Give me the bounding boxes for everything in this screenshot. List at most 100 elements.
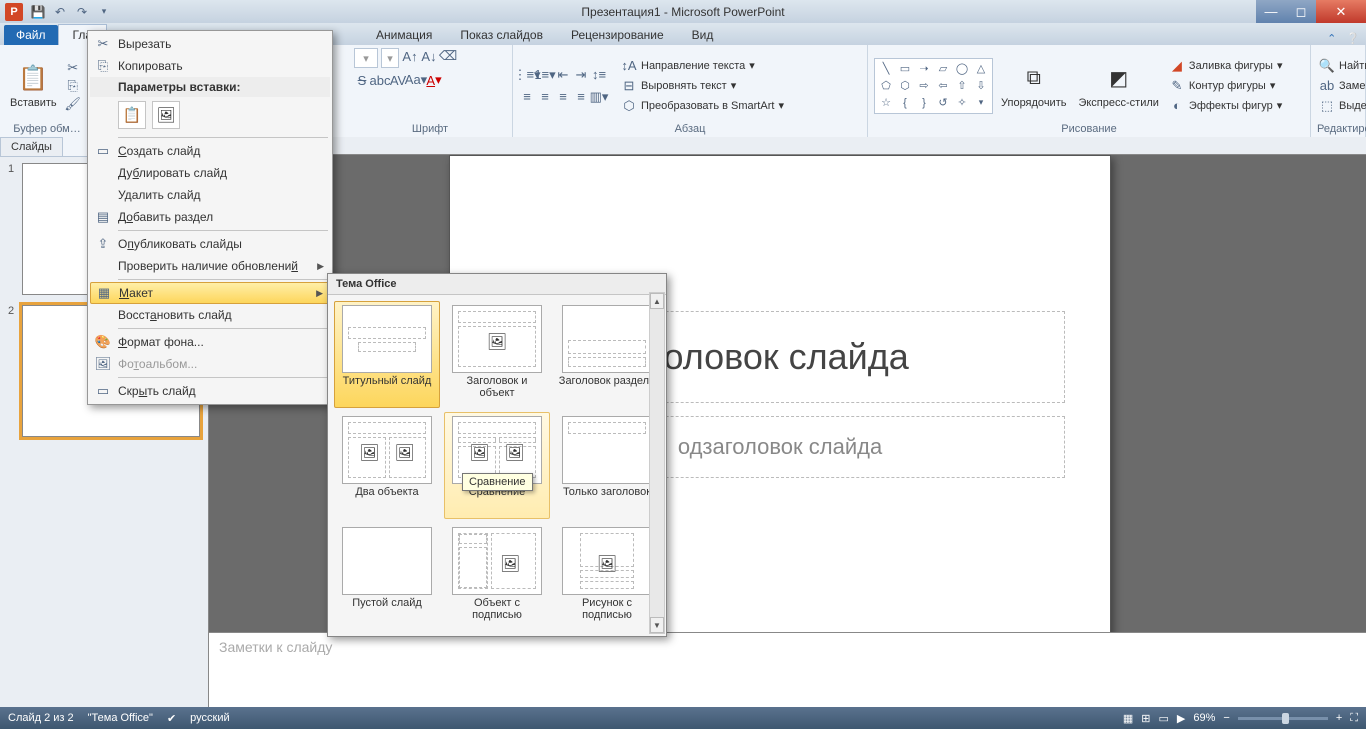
layout-picture-caption[interactable]: 🖼 Рисунок с подписью [554, 523, 660, 630]
shape-arrow-icon: ➝ [915, 61, 933, 77]
layout-title-content[interactable]: 🖼 Заголовок и объект [444, 301, 550, 408]
group-label: Рисование [874, 123, 1304, 136]
language-indicator[interactable]: русский [190, 712, 229, 724]
menu-copy[interactable]: ⎘Копировать [90, 55, 330, 77]
redo-icon[interactable]: ↷ [74, 4, 90, 20]
slides-tab[interactable]: Слайды [0, 137, 63, 156]
menu-duplicate-slide[interactable]: Дублировать слайд [90, 162, 330, 184]
group-paragraph: ⋮≡▾ 1≡▾ ⇤ ⇥ ↕≡ ≡ ≡ ≡ ≡ ▥▾ ↕AНаправление … [513, 45, 868, 137]
clear-format-icon[interactable]: ⌫ [440, 48, 456, 64]
bullets-icon[interactable]: ⋮≡▾ [519, 67, 535, 83]
align-center-icon[interactable]: ≡ [537, 89, 553, 105]
justify-icon[interactable]: ≡ [573, 89, 589, 105]
layout-content-caption[interactable]: 🖼 Объект с подписью [444, 523, 550, 630]
album-icon: 🖼 [94, 356, 112, 372]
tab-slideshow[interactable]: Показ слайдов [446, 25, 557, 45]
char-spacing-icon[interactable]: AV [390, 72, 406, 88]
text-direction-button[interactable]: ↕AНаправление текста▾ [619, 57, 786, 75]
view-reading-icon[interactable]: ▭ [1159, 712, 1169, 725]
help-icon[interactable]: ❔ [1346, 32, 1360, 45]
shape-fill-button[interactable]: ◢Заливка фигуры▾ [1167, 57, 1285, 75]
publish-icon: ⇪ [94, 236, 112, 252]
subscript-icon[interactable]: abc [372, 72, 388, 88]
paste-picture-icon[interactable]: 🖼 [152, 101, 180, 129]
save-icon[interactable]: 💾 [30, 4, 46, 20]
grow-font-icon[interactable]: A↑ [402, 48, 418, 64]
layout-icon: ▦ [95, 285, 113, 301]
font-color-icon[interactable]: A▾ [426, 72, 442, 88]
numbering-icon[interactable]: 1≡▾ [537, 67, 553, 83]
zoom-slider[interactable] [1238, 717, 1328, 720]
font-size-box[interactable]: ▾ [354, 48, 378, 68]
menu-layout[interactable]: ▦Макет▶ [90, 282, 330, 304]
zoom-out-icon[interactable]: − [1223, 712, 1229, 724]
indent-dec-icon[interactable]: ⇤ [555, 67, 571, 83]
strike-icon[interactable]: S [354, 72, 370, 88]
section-icon: ▤ [94, 209, 112, 225]
view-normal-icon[interactable]: ▦ [1123, 712, 1133, 725]
line-spacing-icon[interactable]: ↕≡ [591, 67, 607, 83]
paste-use-theme-icon[interactable]: 📋 [118, 101, 146, 129]
replace-button[interactable]: abЗаменить▾ [1317, 77, 1366, 95]
paste-button[interactable]: 📋 Вставить [6, 61, 61, 111]
columns-icon[interactable]: ▥▾ [591, 89, 607, 105]
menu-reset-slide[interactable]: Восстановить слайд [90, 304, 330, 326]
menu-hide-slide[interactable]: ▭Скрыть слайд [90, 380, 330, 402]
shrink-font-icon[interactable]: A↓ [421, 48, 437, 64]
tab-anim[interactable]: Анимация [362, 25, 446, 45]
shape-rect-icon: ▭ [896, 61, 914, 77]
minimize-ribbon-icon[interactable]: ⌃ [1327, 32, 1336, 45]
layout-blank[interactable]: Пустой слайд [334, 523, 440, 630]
layout-title-slide[interactable]: Титульный слайд [334, 301, 440, 408]
arrange-button[interactable]: ⧉Упорядочить [997, 61, 1070, 111]
notes-pane[interactable]: Заметки к слайду [209, 632, 1366, 707]
menu-format-bg[interactable]: 🎨Формат фона... [90, 331, 330, 353]
cut-icon[interactable]: ✂ [65, 60, 81, 76]
status-bar: Слайд 2 из 2 "Тема Office" ✔ русский ▦ ⊞… [0, 707, 1366, 729]
smartart-button[interactable]: ⬡Преобразовать в SmartArt▾ [619, 97, 786, 115]
shape-outline-button[interactable]: ✎Контур фигуры▾ [1167, 77, 1285, 95]
menu-publish-slides[interactable]: ⇪Опубликовать слайды [90, 233, 330, 255]
view-sorter-icon[interactable]: ⊞ [1141, 712, 1150, 725]
layout-section-header[interactable]: Заголовок раздела [554, 301, 660, 408]
cut-icon: ✂ [94, 36, 112, 52]
menu-delete-slide[interactable]: Удалить слайд [90, 184, 330, 206]
zoom-level[interactable]: 69% [1193, 712, 1215, 724]
flyout-scrollbar[interactable]: ▲ ▼ [649, 292, 665, 634]
menu-add-section[interactable]: ▤Добавить раздел [90, 206, 330, 228]
menu-check-updates[interactable]: Проверить наличие обновлений▶ [90, 255, 330, 277]
app-icon: P [5, 3, 23, 21]
menu-cut[interactable]: ✂Вырезать [90, 33, 330, 55]
quick-styles-button[interactable]: ◩Экспресс-стили [1074, 61, 1162, 111]
tab-review[interactable]: Рецензирование [557, 25, 678, 45]
group-drawing: ╲▭➝▱◯△ ⬠⬡⇨⇦⇧⇩ ☆{}↺✧▾ ⧉Упорядочить ◩Экспр… [868, 45, 1311, 137]
shape-effects-button[interactable]: ◐Эффекты фигур▾ [1167, 97, 1285, 115]
align-right-icon[interactable]: ≡ [555, 89, 571, 105]
undo-icon[interactable]: ↶ [52, 4, 68, 20]
layout-two-content[interactable]: 🖼🖼 Два объекта [334, 412, 440, 519]
indent-inc-icon[interactable]: ⇥ [573, 67, 589, 83]
tab-view[interactable]: Вид [678, 25, 728, 45]
find-button[interactable]: 🔍Найти [1317, 57, 1366, 75]
view-slideshow-icon[interactable]: ▶ [1177, 712, 1185, 725]
zoom-in-icon[interactable]: + [1336, 712, 1342, 724]
format-painter-icon[interactable]: 🖌 [65, 96, 81, 112]
shapes-gallery[interactable]: ╲▭➝▱◯△ ⬠⬡⇨⇦⇧⇩ ☆{}↺✧▾ [874, 58, 993, 114]
close-button[interactable]: ✕ [1316, 0, 1366, 23]
menu-new-slide[interactable]: ▭Создать слайд [90, 140, 330, 162]
change-case-icon[interactable]: Aa▾ [408, 72, 424, 88]
group-clipboard: 📋 Вставить ✂ ⎘ 🖌 Буфер обм… [0, 45, 95, 137]
layout-comparison[interactable]: 🖼🖼 Сравнение [444, 412, 550, 519]
minimize-button[interactable]: — [1256, 0, 1286, 23]
qat-more-icon[interactable]: ▾ [96, 4, 112, 20]
fit-slide-icon[interactable]: ⛶ [1350, 712, 1358, 725]
spell-check-icon[interactable]: ✔ [167, 712, 176, 725]
align-left-icon[interactable]: ≡ [519, 89, 535, 105]
tab-file[interactable]: Файл [4, 25, 58, 45]
find-icon: 🔍 [1319, 58, 1335, 74]
layout-title-only[interactable]: Только заголовок [554, 412, 660, 519]
align-text-button[interactable]: ⊟Выровнять текст▾ [619, 77, 786, 95]
copy-icon[interactable]: ⎘ [65, 78, 81, 94]
maximize-button[interactable]: ◻ [1286, 0, 1316, 23]
select-button[interactable]: ⬚Выделить▾ [1317, 97, 1366, 115]
